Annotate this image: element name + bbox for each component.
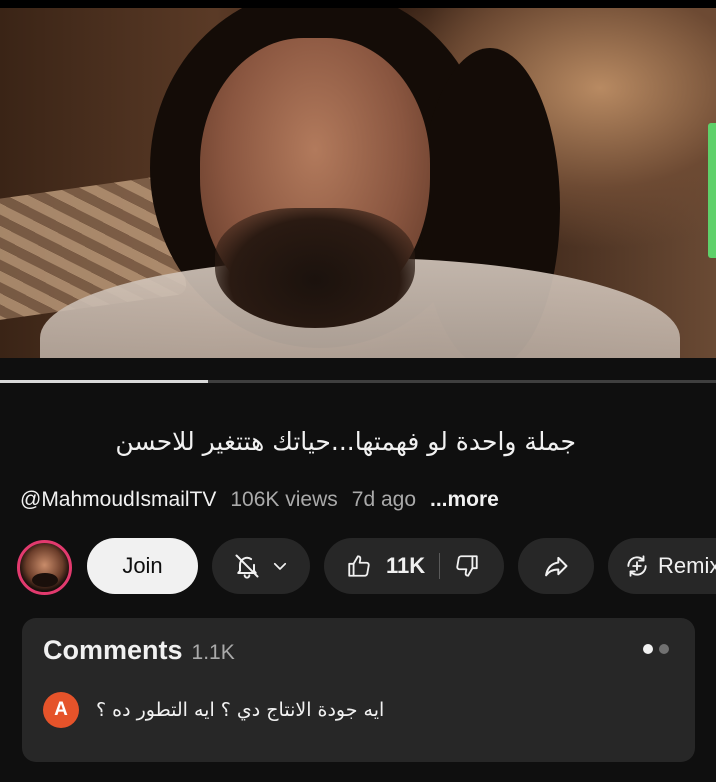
comments-label: Comments — [43, 635, 183, 665]
upload-time: 7d ago — [351, 488, 416, 511]
pager-dot-active — [643, 644, 653, 654]
notification-button[interactable] — [212, 538, 310, 594]
join-button[interactable]: Join — [87, 538, 198, 594]
chevron-down-icon — [271, 557, 289, 575]
channel-avatar[interactable] — [17, 540, 72, 595]
thumbs-up-icon[interactable] — [346, 553, 372, 579]
more-link[interactable]: ...more — [430, 488, 499, 512]
channel-handle[interactable]: @MahmoudIsmailTV — [20, 488, 216, 512]
comments-count: 1.1K — [191, 641, 235, 664]
like-dislike-group: 11K — [324, 538, 504, 594]
video-progress-fill — [0, 380, 208, 383]
video-progress-bar[interactable] — [0, 380, 716, 383]
comments-panel[interactable]: Comments 1.1K A ايه جودة الانتاج دي ؟ اي… — [22, 618, 695, 762]
like-divider — [439, 553, 441, 579]
video-frame-detail — [215, 208, 415, 328]
view-count: 106K views — [230, 488, 338, 511]
comments-header: Comments 1.1K — [43, 635, 235, 666]
remix-label: Remix — [658, 553, 716, 578]
thumbs-down-icon[interactable] — [454, 553, 480, 579]
commenter-avatar: A — [43, 692, 79, 728]
top-comment-text: ايه جودة الانتاج دي ؟ ايه التطور ده ؟ — [96, 699, 385, 721]
remix-icon — [624, 553, 650, 579]
video-meta[interactable]: @MahmoudIsmailTV 106K views 7d ago ...mo… — [20, 484, 499, 516]
share-arrow-icon — [542, 552, 570, 580]
remix-button[interactable]: Remix — [608, 538, 716, 594]
video-player[interactable] — [0, 8, 716, 358]
status-bar — [0, 0, 716, 8]
video-title[interactable]: جملة واحدة لو فهمتها...حياتك هتتغير للاح… — [16, 420, 576, 464]
action-bar: Join 11K Remix — [0, 538, 716, 596]
pager-dot — [659, 644, 669, 654]
like-count[interactable]: 11K — [386, 553, 425, 579]
bell-off-icon — [233, 552, 261, 580]
comments-pager — [643, 644, 669, 654]
share-button[interactable] — [518, 538, 594, 594]
video-edge-indicator — [708, 123, 716, 258]
